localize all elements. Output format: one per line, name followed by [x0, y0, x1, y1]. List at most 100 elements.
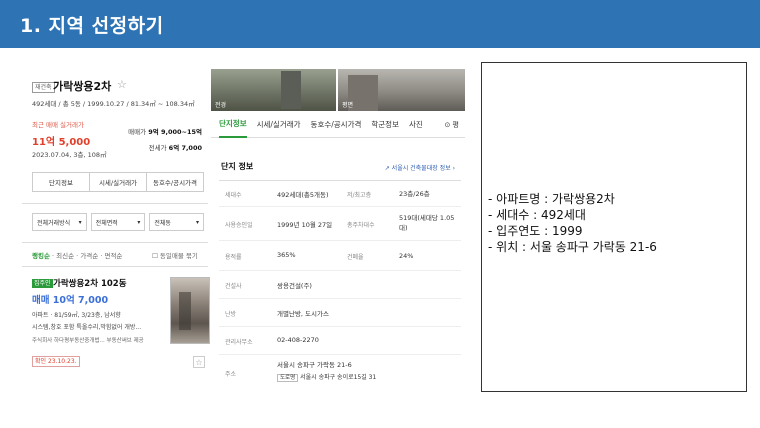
recent-trade-date: 2023.07.04, 3층, 108㎡: [32, 151, 107, 159]
listing-photo[interactable]: [170, 277, 210, 344]
listing-agency: 주식회사 하다평부동산중개법... 부동산써브 제공: [32, 338, 144, 344]
photo-caption: 평면: [342, 102, 354, 109]
table-row: 건설사 쌍용건설(주): [219, 271, 461, 299]
building-register-icon: ↗: [384, 165, 390, 172]
sale-range-label: 매매가: [128, 128, 147, 136]
listing-price: 매매 10억 7,000: [32, 295, 109, 306]
detail-tabs: 단지정보 시세/실거래가 동호수/공시가격 학군정보 사진 ⊙ 평: [211, 111, 465, 138]
pyeong-toggle[interactable]: ⊙ 평: [444, 120, 459, 130]
row-key: 관리사무소: [225, 339, 253, 346]
summary-box: 아파트명 : 가락쌍용2차 세대수 : 492세대 입주연도 : 1999 위치…: [481, 62, 747, 392]
tab-complex-info[interactable]: 단지정보: [219, 111, 247, 138]
row-value: 24%: [399, 252, 414, 260]
tab-unit-price[interactable]: 동호수/공시가격: [311, 111, 362, 138]
market-price-button[interactable]: 시세/실거래가: [90, 173, 147, 191]
photo-caption: 전경: [215, 102, 227, 109]
slide-title-bar: 1. 지역 선정하기: [0, 0, 760, 48]
area-value: 전체면적: [95, 219, 118, 227]
section-title: 단지 정보: [221, 162, 254, 171]
exterior-photo[interactable]: 전경: [211, 69, 337, 111]
summary-apartment-name: 아파트명 : 가락쌍용2차: [488, 191, 657, 207]
table-row: 관리사무소 02-408-2270: [219, 327, 461, 355]
tab-school[interactable]: 학군정보: [371, 111, 399, 138]
area-select[interactable]: 전체면적 ▾: [90, 213, 146, 231]
trade-type-select[interactable]: 전체거래방식 ▾: [32, 213, 87, 231]
complex-detail-panel: 전경 평면 단지정보 시세/실거래가 동호수/공시가격 학군정보 사진 ⊙ 평 …: [211, 69, 465, 386]
info-button-row: 단지정보 시세/실거래가 동호수/공시가격: [32, 172, 204, 192]
row-key: 사용승인일: [225, 222, 253, 229]
filter-row: 전체거래방식 ▾ 전체면적 ▾ 전체동 ▾: [32, 213, 205, 231]
floorplan-photo[interactable]: 평면: [338, 69, 465, 111]
row-value: 서울시 송파구 가락동 21-6: [277, 361, 352, 369]
listing-description: 시스템,창호 포함 특올수리,막힘없어 개방...: [32, 324, 142, 331]
slide-title: 1. 지역 선정하기: [20, 15, 164, 37]
row-value: 02-408-2270: [277, 336, 319, 344]
listing-spec: 아파트 · 81/59㎡, 3/23층, 남서향: [32, 312, 121, 319]
sort-row: 랭킹순 · 최신순 · 가격순 · 면적순 ☐ 동일매물 묶기: [32, 250, 198, 260]
chevron-down-icon: ▾: [196, 218, 200, 226]
road-address-value: 서울시 송파구 송이로15길 31: [300, 374, 377, 381]
row-value: 쌍용건설(주): [277, 282, 312, 290]
summary-households: 세대수 : 492세대: [488, 207, 657, 223]
row-key: 저/최고층: [347, 192, 372, 199]
jeonse-value: 6억 7,000: [168, 144, 202, 152]
rebuild-badge: 재건축: [32, 82, 55, 93]
building-value: 전체동: [154, 219, 171, 227]
divider: [22, 242, 208, 243]
row-value: 1999년 10월 27일: [277, 221, 333, 229]
tab-market-price[interactable]: 시세/실거래가: [257, 111, 301, 138]
row-value: 365%: [277, 251, 296, 259]
list-item[interactable]: 집주인 가락쌍용2차 102동 매매 10억 7,000 아파트 · 81/59…: [32, 277, 210, 377]
recent-trade-price: 11억 5,000: [32, 137, 91, 148]
unit-price-button[interactable]: 동호수/공시가격: [147, 173, 203, 191]
row-key: 총주차대수: [347, 222, 375, 229]
sort-ranking[interactable]: 랭킹순: [32, 252, 50, 260]
confirm-date-badge: 확인 23.10.23.: [32, 356, 80, 367]
summary-move-in-year: 입주연도 : 1999: [488, 223, 657, 239]
chevron-down-icon: ▾: [137, 218, 141, 226]
listing-panel: 재건축 가락쌍용2차 ☆ 492세대 / 총 5동 / 1999.10.27 /…: [22, 72, 210, 384]
row-value: 492세대(총5개동): [277, 191, 329, 199]
row-value: 23층/26층: [399, 190, 430, 198]
sale-price-range: 매매가 9억 9,000~15억: [128, 126, 202, 136]
trade-type-value: 전체거래방식: [37, 219, 71, 227]
complex-info-button[interactable]: 단지정보: [33, 173, 90, 191]
row-value: 개별난방, 도시가스: [277, 310, 329, 318]
owner-badge: 집주인: [32, 279, 53, 288]
listing-name: 가락쌍용2차 102동: [53, 279, 127, 289]
sale-range-value: 9억 9,000~15억: [148, 128, 202, 136]
favorite-star-icon[interactable]: ☆: [117, 78, 127, 91]
recent-trade-label: 최근 매매 실거래가: [32, 121, 84, 129]
apartment-name: 가락쌍용2차: [53, 80, 112, 93]
building-register-link[interactable]: ↗ 서울시 건축물대장 정보 ›: [385, 163, 455, 172]
group-same-listings-checkbox[interactable]: ☐ 동일매물 묶기: [152, 250, 198, 260]
row-value: 519대(세대당 1.05대): [399, 214, 455, 232]
table-row: 세대수 492세대(총5개동) 저/최고층 23층/26층: [219, 181, 461, 207]
road-address: 도로명 서울시 송파구 송이로15길 31: [277, 372, 377, 382]
jeonse-price: 전세가 6억 7,000: [149, 142, 202, 152]
sort-latest[interactable]: 최신순: [56, 252, 74, 260]
sort-area[interactable]: 면적순: [104, 252, 122, 260]
table-row: 난방 개별난방, 도시가스: [219, 299, 461, 327]
road-name-badge: 도로명: [277, 374, 299, 382]
tab-photos[interactable]: 사진: [409, 111, 423, 138]
jeonse-label: 전세가: [148, 144, 167, 152]
row-key: 주소: [225, 371, 237, 378]
row-key: 세대수: [225, 192, 242, 199]
sort-price[interactable]: 가격순: [80, 252, 98, 260]
row-key: 건폐율: [347, 254, 364, 261]
table-row: 사용승인일 1999년 10월 27일 총주차대수 519대(세대당 1.05대…: [219, 207, 461, 241]
apartment-summary: 492세대 / 총 5동 / 1999.10.27 / 81.34㎡ ~ 108…: [32, 100, 195, 108]
divider: [22, 203, 208, 204]
summary-list: 아파트명 : 가락쌍용2차 세대수 : 492세대 입주연도 : 1999 위치…: [488, 191, 657, 255]
favorite-star-icon[interactable]: ☆: [193, 356, 205, 368]
building-register-link-label: 서울시 건축물대장 정보 ›: [391, 165, 455, 172]
table-row: 용적률 365% 건폐율 24%: [219, 241, 461, 271]
building-select[interactable]: 전체동 ▾: [149, 213, 205, 231]
row-key: 건설사: [225, 283, 242, 290]
chevron-down-icon: ▾: [78, 218, 82, 226]
building-shape: [281, 71, 301, 109]
row-key: 난방: [225, 311, 237, 318]
group-same-listings-label: 동일매물 묶기: [159, 252, 198, 260]
summary-location: 위치 : 서울 송파구 가락동 21-6: [488, 239, 657, 255]
